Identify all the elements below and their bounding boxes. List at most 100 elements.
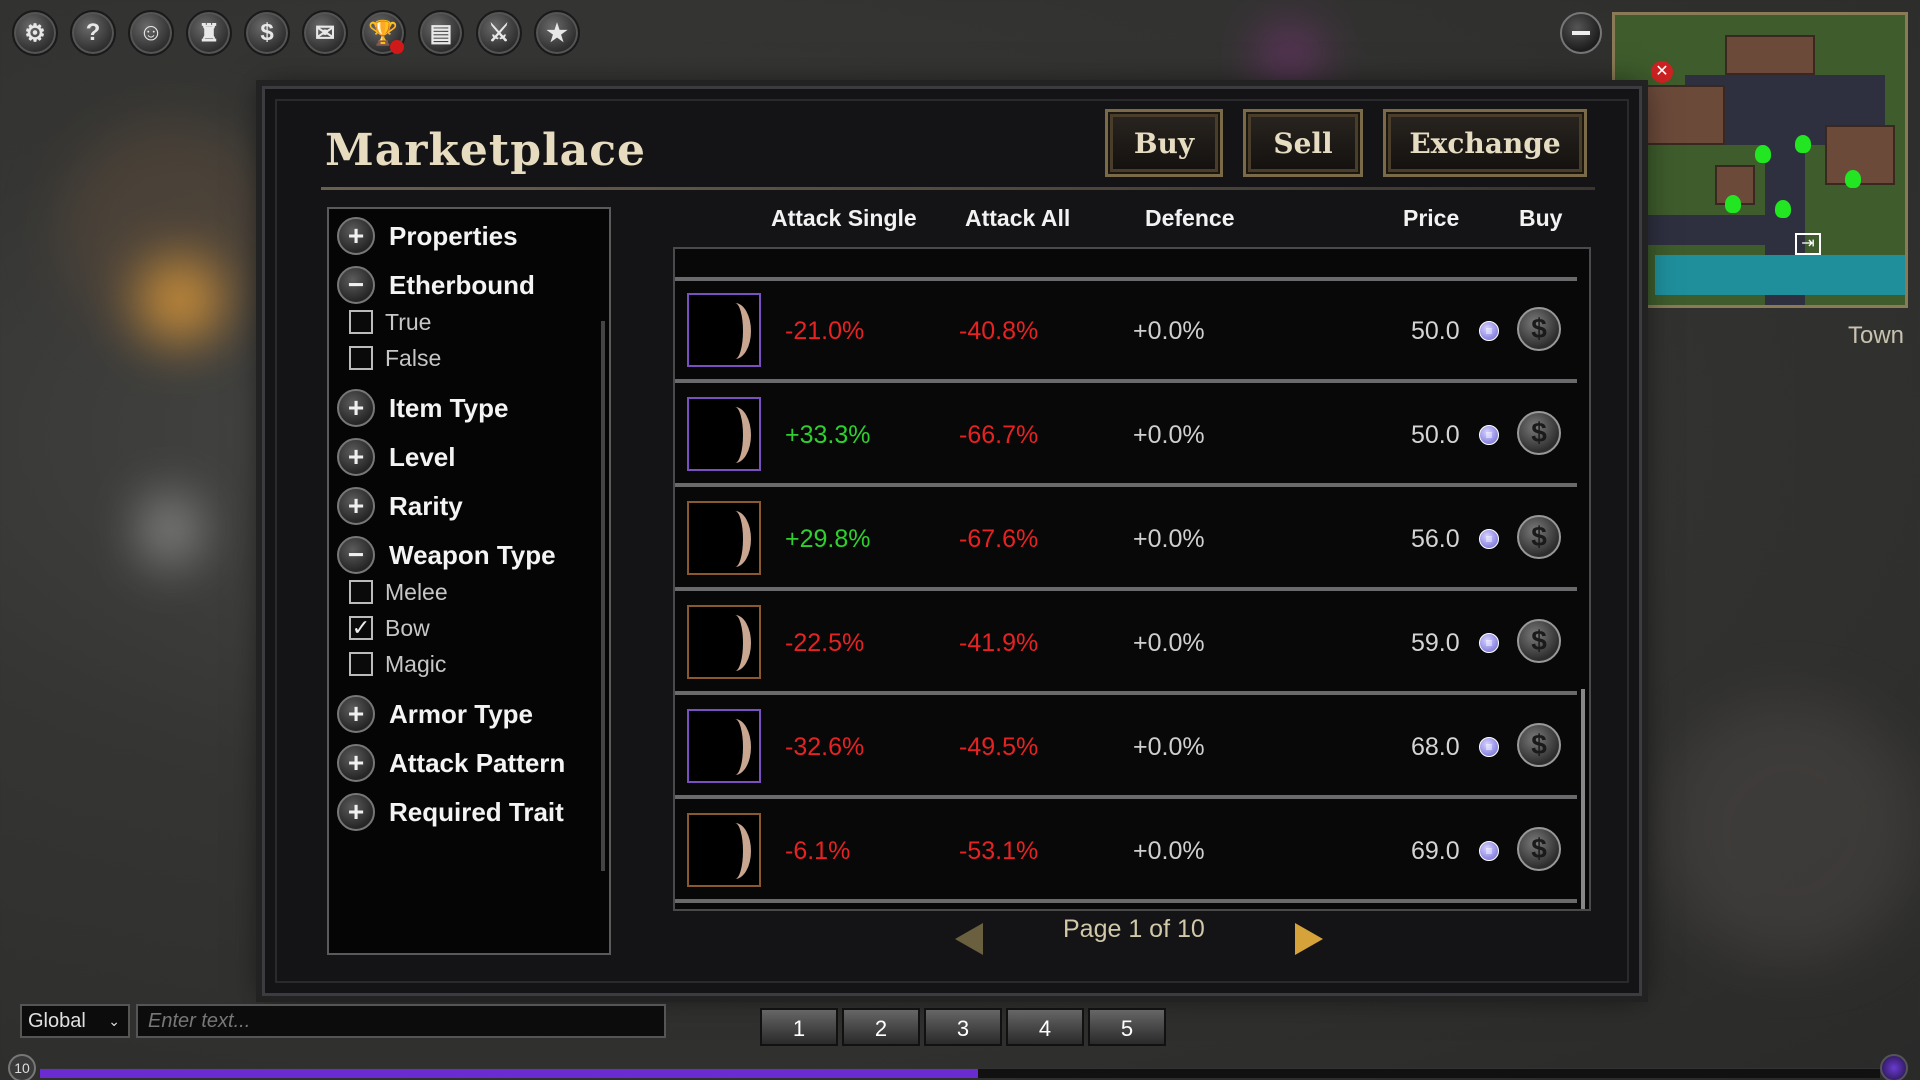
expand-icon[interactable]: + (337, 438, 375, 476)
hotbar-slot-4[interactable]: 4 (1006, 1008, 1084, 1046)
column-header-defence[interactable]: Defence (1145, 205, 1234, 232)
marketplace-dollar-icon[interactable]: $ (244, 10, 290, 56)
portal-icon[interactable] (1880, 1054, 1908, 1080)
inventory-bag-icon[interactable]: ♜ (186, 10, 232, 56)
table-row[interactable]: -6.1% -53.1% +0.0% 69.0 ≡ $ (675, 799, 1577, 903)
expand-icon[interactable]: + (337, 744, 375, 782)
inventory-bag-icon-glyph: ♜ (198, 19, 220, 47)
skills-sword-icon[interactable]: ⚔ (476, 10, 522, 56)
table-row[interactable]: +29.8% -67.6% +0.0% 56.0 ≡ $ (675, 487, 1577, 591)
filter-group-label: Armor Type (389, 698, 533, 729)
character-icon[interactable]: ☺ (128, 10, 174, 56)
buy-item-button[interactable]: $ (1517, 515, 1561, 559)
currency-coin-icon: ≡ (1479, 425, 1499, 445)
checkbox-icon[interactable] (349, 310, 373, 334)
expand-icon[interactable]: + (337, 695, 375, 733)
filter-option-true[interactable]: True (349, 307, 431, 337)
expand-icon[interactable]: + (337, 217, 375, 255)
filter-group-attack-pattern[interactable]: + Attack Pattern (337, 742, 565, 784)
column-header-attack-single[interactable]: Attack Single (771, 205, 917, 232)
checkbox-checked-icon[interactable]: ✓ (349, 616, 373, 640)
table-row[interactable]: -32.6% -49.5% +0.0% 68.0 ≡ $ (675, 695, 1577, 799)
help-icon-glyph: ? (85, 19, 101, 46)
checkbox-icon[interactable] (349, 652, 373, 676)
filter-group-item-type[interactable]: + Item Type (337, 387, 508, 429)
hotbar-slot-5[interactable]: 5 (1088, 1008, 1166, 1046)
next-page-button[interactable] (1295, 923, 1323, 955)
filter-sidebar[interactable]: + Properties − Etherbound True False + Item Typ… (327, 207, 611, 955)
bow-item-icon[interactable] (687, 501, 761, 575)
column-header-price[interactable]: Price (1403, 205, 1459, 232)
settings-icon[interactable]: ⚙ (12, 10, 58, 56)
buy-item-button[interactable]: $ (1517, 307, 1561, 351)
quest-scroll-icon[interactable]: ▤ (418, 10, 464, 56)
skills-sword-icon-glyph: ⚔ (488, 19, 510, 47)
table-row[interactable]: -21.0% -40.8% +0.0% 50.0 ≡ $ (675, 279, 1577, 383)
buy-item-button[interactable]: $ (1517, 619, 1561, 663)
filter-scrollbar[interactable] (601, 321, 605, 871)
hotbar-slot-2[interactable]: 2 (842, 1008, 920, 1046)
filter-group-required-trait[interactable]: + Required Trait (337, 791, 564, 833)
table-row[interactable]: +33.3% -66.7% +0.0% 50.0 ≡ $ (675, 383, 1577, 487)
buy-item-button[interactable]: $ (1517, 723, 1561, 767)
filter-group-rarity[interactable]: + Rarity (337, 485, 463, 527)
filter-option-bow[interactable]: ✓ Bow (349, 613, 430, 643)
minimize-minimap-button[interactable] (1560, 12, 1602, 54)
filter-group-etherbound[interactable]: − Etherbound (337, 264, 535, 306)
collapse-icon[interactable]: − (337, 536, 375, 574)
minimap-location-label: Town (1848, 322, 1905, 349)
filter-group-properties[interactable]: + Properties (337, 215, 518, 257)
filter-group-weapon-type[interactable]: − Weapon Type (337, 534, 556, 576)
expand-icon[interactable]: + (337, 487, 375, 525)
price-value: 68.0 (1411, 733, 1460, 761)
buy-item-button[interactable]: $ (1517, 827, 1561, 871)
bow-item-icon[interactable] (687, 813, 761, 887)
bow-item-icon[interactable] (687, 293, 761, 367)
results-scrollbar[interactable] (1581, 689, 1585, 909)
marketplace-panel: Marketplace Buy Sell Exchange + Propertie… (262, 86, 1642, 996)
previous-page-button[interactable] (955, 923, 983, 955)
collapse-icon[interactable]: − (337, 266, 375, 304)
attack-all-value: -40.8% (959, 317, 1039, 345)
results-list[interactable]: -21.0% -40.8% +0.0% 50.0 ≡ $ +33.3% -66.7% +0.0%… (673, 247, 1591, 911)
exchange-tab-button[interactable]: Exchange (1383, 109, 1587, 177)
filter-option-false[interactable]: False (349, 343, 441, 373)
bow-item-icon[interactable] (687, 397, 761, 471)
settings-icon-glyph: ⚙ (24, 19, 46, 47)
filter-group-level[interactable]: + Level (337, 436, 456, 478)
mail-icon[interactable]: ✉ (302, 10, 348, 56)
trophy-icon[interactable]: 🏆 (360, 10, 406, 56)
price-value: 59.0 (1411, 629, 1460, 657)
hotbar-slot-3[interactable]: 3 (924, 1008, 1002, 1046)
checkbox-icon[interactable] (349, 346, 373, 370)
expand-icon[interactable]: + (337, 389, 375, 427)
filter-option-label: Melee (385, 578, 448, 605)
checkbox-icon[interactable] (349, 580, 373, 604)
chat-channel-select[interactable]: Global ⌄ (20, 1004, 130, 1038)
filter-option-melee[interactable]: Melee (349, 577, 448, 607)
buy-item-button[interactable]: $ (1517, 411, 1561, 455)
table-row[interactable]: -22.5% -41.9% +0.0% 59.0 ≡ $ (675, 591, 1577, 695)
chat-input[interactable] (136, 1004, 666, 1038)
filter-group-armor-type[interactable]: + Armor Type (337, 693, 533, 735)
help-icon[interactable]: ? (70, 10, 116, 56)
attack-single-value: -21.0% (785, 317, 865, 345)
mail-icon-glyph: ✉ (314, 19, 336, 47)
column-header-attack-all[interactable]: Attack All (965, 205, 1070, 232)
minimap[interactable]: ⇥ ✕ (1612, 12, 1908, 308)
filter-group-label: Etherbound (389, 269, 535, 300)
filter-option-label: True (385, 308, 432, 335)
bow-item-icon[interactable] (687, 605, 761, 679)
currency-coin-icon: ≡ (1479, 737, 1499, 757)
sell-tab-button[interactable]: Sell (1243, 109, 1363, 177)
bow-item-icon[interactable] (687, 709, 761, 783)
filter-option-magic[interactable]: Magic (349, 649, 446, 679)
buy-tab-button[interactable]: Buy (1105, 109, 1223, 177)
map-exit-icon[interactable]: ⇥ (1795, 233, 1821, 255)
hotbar-slot-1[interactable]: 1 (760, 1008, 838, 1046)
defence-value: +0.0% (1133, 733, 1205, 761)
quest-scroll-icon-glyph: ▤ (429, 19, 453, 47)
expand-icon[interactable]: + (337, 793, 375, 831)
currency-coin-icon: ≡ (1479, 529, 1499, 549)
favorites-star-icon[interactable]: ★ (534, 10, 580, 56)
